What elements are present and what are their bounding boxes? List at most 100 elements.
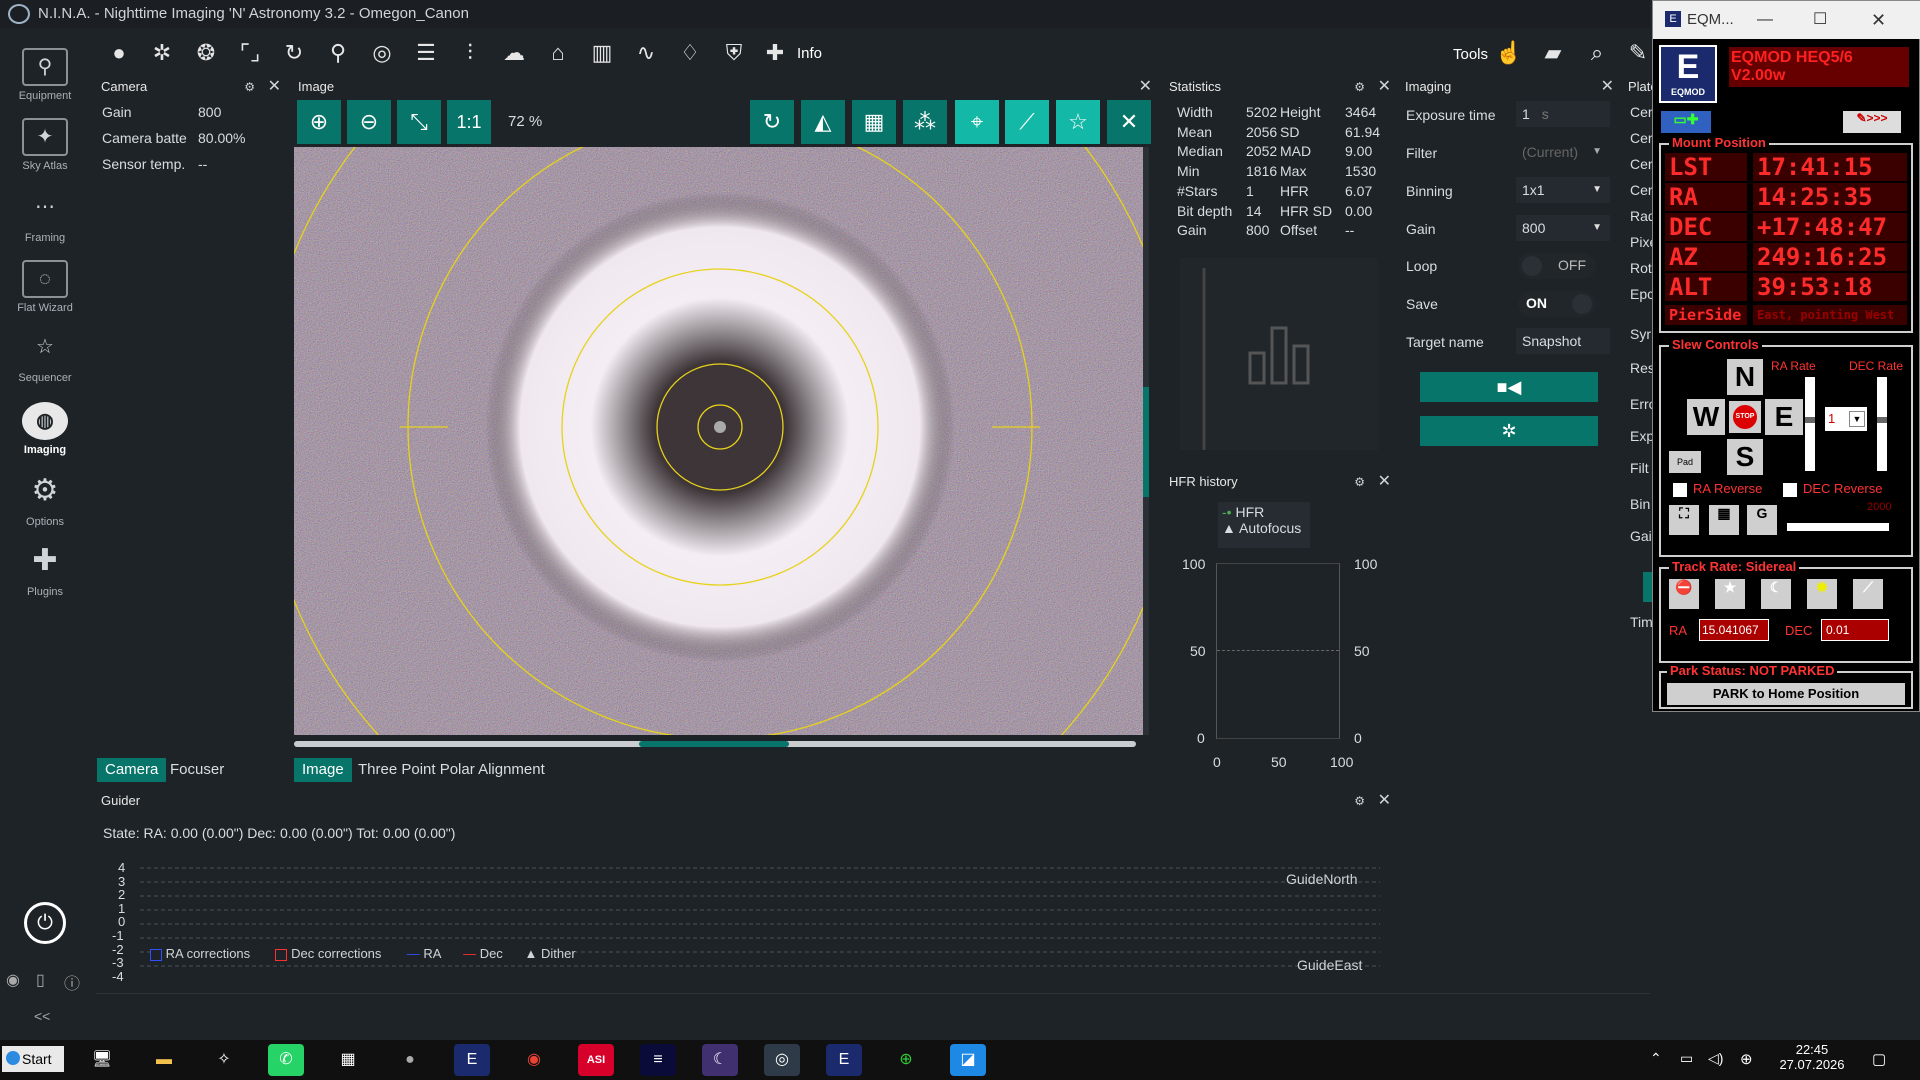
dec-rate-slider[interactable] bbox=[1877, 377, 1887, 471]
park-button[interactable]: PARK to Home Position bbox=[1667, 683, 1905, 705]
power-icon[interactable]: ⏻ bbox=[24, 902, 66, 944]
close-icon[interactable]: ✕ bbox=[268, 77, 281, 97]
sidebar-item-equipment[interactable]: ⚲ Equipment bbox=[0, 48, 90, 102]
cartes-du-ciel-icon[interactable]: ✧ bbox=[206, 1044, 242, 1076]
add-icon[interactable]: ▭✚ bbox=[1661, 111, 1711, 133]
hand-icon[interactable]: ☝ bbox=[1494, 38, 1524, 68]
vertical-scrollbar[interactable] bbox=[1143, 147, 1149, 735]
graph-icon[interactable]: ∿ bbox=[631, 38, 661, 68]
asi-icon[interactable]: ASI bbox=[578, 1044, 614, 1076]
track-ra-input[interactable]: 15.041067 bbox=[1699, 619, 1769, 641]
pin-icon[interactable]: ✕ bbox=[1107, 100, 1151, 144]
sidebar-item-framing[interactable]: ⋯ Framing bbox=[0, 190, 90, 244]
binning-select[interactable]: 1x1 ▼ bbox=[1516, 177, 1610, 203]
settings-icon[interactable]: ⚙ bbox=[1354, 77, 1365, 97]
stop-tracking-icon[interactable]: ⛔ bbox=[1669, 579, 1699, 609]
one-to-one-button[interactable]: 1:1 bbox=[447, 100, 491, 144]
custom-rate-icon[interactable]: ⟋ bbox=[1853, 579, 1883, 609]
tools-button[interactable]: Tools bbox=[1453, 46, 1488, 63]
ruler-icon[interactable]: ▰ bbox=[1538, 38, 1568, 68]
phd2-icon[interactable]: ⊕ bbox=[888, 1044, 924, 1076]
filter-icon[interactable]: ❂ bbox=[191, 38, 221, 68]
sidereal-icon[interactable]: ★ bbox=[1715, 579, 1745, 609]
notification-icon[interactable]: ▢ bbox=[1872, 1050, 1886, 1068]
slew-north-button[interactable]: N bbox=[1727, 359, 1763, 395]
image-viewer[interactable] bbox=[294, 147, 1146, 735]
eqmod-toolbox-icon[interactable]: E bbox=[826, 1044, 862, 1076]
eye-icon[interactable]: ◉ bbox=[6, 970, 20, 990]
settings-icon[interactable]: ⚙ bbox=[1354, 472, 1365, 492]
tab-focuser[interactable]: Focuser bbox=[162, 758, 232, 782]
tab-camera[interactable]: Camera bbox=[97, 758, 167, 782]
paint-icon[interactable]: ◪ bbox=[950, 1044, 986, 1076]
whatsapp-icon[interactable]: ✆ bbox=[268, 1044, 304, 1076]
guider-icon[interactable]: ◎ bbox=[367, 38, 397, 68]
star-detect-icon[interactable]: ⁂ bbox=[903, 100, 947, 144]
ra-rate-slider[interactable] bbox=[1805, 377, 1815, 471]
calculator-icon[interactable]: ▦ bbox=[330, 1044, 366, 1076]
target-name-input[interactable]: Snapshot bbox=[1516, 328, 1610, 354]
stellarium-icon[interactable]: ● bbox=[392, 1044, 428, 1076]
loop-toggle[interactable]: OFF bbox=[1518, 253, 1596, 279]
rate-select[interactable]: 1 ▼ bbox=[1825, 407, 1867, 431]
zoom-out-button[interactable]: ⊖ bbox=[347, 100, 391, 144]
pad-button[interactable]: Pad bbox=[1669, 451, 1701, 473]
start-button[interactable]: Start bbox=[2, 1046, 64, 1072]
grid-icon[interactable]: ▦ bbox=[1709, 505, 1739, 535]
filter-wheel-icon[interactable]: ✲ bbox=[147, 38, 177, 68]
plate-solve-button[interactable] bbox=[1643, 572, 1652, 602]
weather-icon[interactable]: ☁ bbox=[499, 38, 529, 68]
gamepad-icon[interactable]: G bbox=[1747, 505, 1777, 535]
bulb-icon[interactable]: ♢ bbox=[675, 38, 705, 68]
maximize-icon[interactable]: ☐ bbox=[1813, 1, 1827, 39]
clock[interactable]: 22:45 27.07.2026 bbox=[1772, 1042, 1852, 1072]
safety-icon[interactable]: ⛨ bbox=[719, 38, 749, 68]
language-icon[interactable]: ⊕ bbox=[1740, 1050, 1753, 1068]
gain-select[interactable]: 800 ▼ bbox=[1516, 215, 1610, 241]
battery-icon[interactable]: ▭ bbox=[1680, 1050, 1693, 1067]
pencil-icon[interactable]: ✎ bbox=[1626, 38, 1650, 68]
slew-south-button[interactable]: S bbox=[1727, 439, 1763, 475]
speed-slider[interactable] bbox=[1787, 523, 1889, 531]
close-icon[interactable]: ✕ bbox=[1601, 77, 1614, 97]
close-icon[interactable]: ✕ bbox=[1378, 472, 1391, 492]
chrome-icon[interactable]: ◉ bbox=[516, 1044, 552, 1076]
equalizer-icon[interactable]: ⫶ bbox=[455, 38, 485, 68]
close-icon[interactable]: ✕ bbox=[1139, 77, 1152, 97]
ra-reverse-checkbox[interactable] bbox=[1673, 483, 1687, 497]
tab-three-point-polar-alignment[interactable]: Three Point Polar Alignment bbox=[350, 758, 553, 782]
folder-icon[interactable]: ▬ bbox=[146, 1044, 182, 1076]
sidebar-item-flat-wizard[interactable]: ◌ Flat Wizard bbox=[0, 260, 90, 314]
start-sequence-button[interactable]: ■◀ bbox=[1420, 372, 1598, 402]
minimize-icon[interactable]: — bbox=[1757, 1, 1773, 39]
nina-taskbar-icon[interactable]: ◎ bbox=[764, 1044, 800, 1076]
plugin-icon[interactable]: ✚ bbox=[760, 38, 790, 68]
settings-icon[interactable]: ⚙ bbox=[1354, 791, 1365, 811]
info-button[interactable]: Info bbox=[797, 45, 822, 62]
slew-west-button[interactable]: W bbox=[1687, 399, 1725, 435]
dec-reverse-checkbox[interactable] bbox=[1783, 483, 1797, 497]
desktop-icon[interactable]: 🖥 bbox=[84, 1044, 120, 1076]
save-toggle[interactable]: ON bbox=[1518, 291, 1596, 317]
exposure-input[interactable]: 1 s bbox=[1516, 101, 1610, 127]
bar-chart-icon[interactable]: ▥ bbox=[587, 38, 617, 68]
tab-image[interactable]: Image bbox=[294, 758, 352, 782]
close-icon[interactable]: ✕ bbox=[1378, 791, 1391, 811]
snapshot-button[interactable]: ✲ bbox=[1420, 416, 1598, 446]
solar-icon[interactable]: ✹ bbox=[1807, 579, 1837, 609]
dome-icon[interactable]: ⌂ bbox=[543, 38, 573, 68]
crosshair-icon[interactable]: ⌖ bbox=[955, 100, 999, 144]
settings-icon[interactable]: ⚙ bbox=[244, 77, 255, 97]
close-icon[interactable]: ✕ bbox=[1871, 1, 1886, 39]
close-icon[interactable]: ✕ bbox=[1378, 77, 1391, 97]
horizontal-scrollbar[interactable] bbox=[294, 741, 1136, 747]
zoom-in-button[interactable]: ⊕ bbox=[297, 100, 341, 144]
tray-chevron-icon[interactable]: ⌃ bbox=[1650, 1050, 1662, 1067]
sharpcap-icon[interactable]: ≡ bbox=[640, 1044, 676, 1076]
sidebar-item-options[interactable]: ⚙ Options bbox=[0, 474, 90, 528]
stop-button[interactable]: STOP bbox=[1729, 401, 1761, 433]
volume-icon[interactable]: ◁) bbox=[1708, 1050, 1723, 1067]
rotate-icon[interactable]: ↻ bbox=[750, 100, 794, 144]
telescope-icon[interactable]: ⚲ bbox=[323, 38, 353, 68]
fit-button[interactable]: ⤡ bbox=[397, 100, 441, 144]
